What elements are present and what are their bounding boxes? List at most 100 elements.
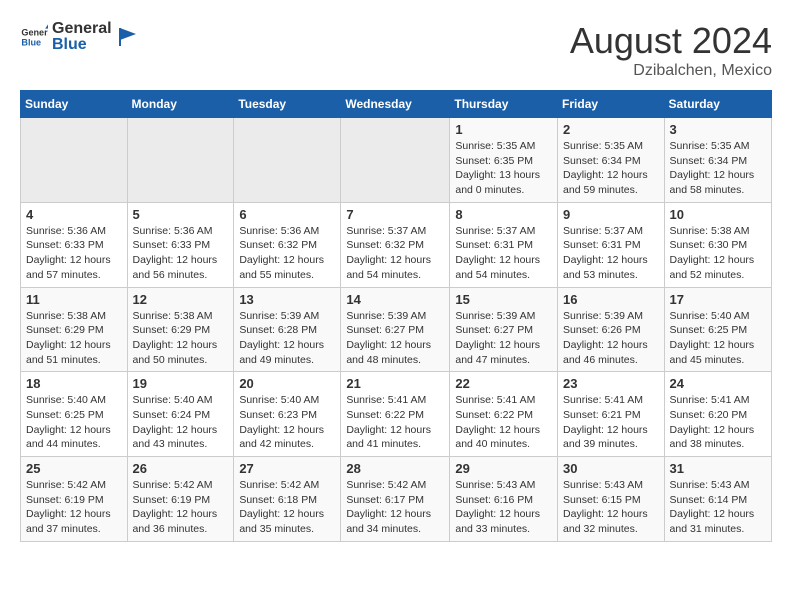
day-number: 4: [26, 207, 122, 222]
calendar-cell: 9Sunrise: 5:37 AM Sunset: 6:31 PM Daylig…: [558, 202, 665, 287]
day-info: Sunrise: 5:43 AM Sunset: 6:16 PM Dayligh…: [455, 478, 552, 537]
day-info: Sunrise: 5:37 AM Sunset: 6:32 PM Dayligh…: [346, 224, 444, 283]
calendar-cell: 19 Sunrise: 5:40 AM Sunset: 6:24 PM Dayli…: [127, 372, 234, 457]
day-number: 15: [455, 292, 552, 307]
day-info: Sunrise: 5:39 AM Sunset: 6:28 PM Dayligh…: [239, 309, 335, 368]
day-info: Sunrise: 5:38 AM Sunset: 6:30 PM Dayligh…: [670, 224, 766, 283]
calendar-cell: 29 Sunrise: 5:43 AM Sunset: 6:16 PM Dayli…: [450, 457, 558, 542]
calendar-cell: 31 Sunrise: 5:43 AM Sunset: 6:14 PM Dayli…: [664, 457, 771, 542]
day-number: 10: [670, 207, 766, 222]
calendar-cell: 30 Sunrise: 5:43 AM Sunset: 6:15 PM Dayli…: [558, 457, 665, 542]
day-number: 30: [563, 461, 659, 476]
day-number: 14: [346, 292, 444, 307]
day-info: Sunrise: 5:36 AM Sunset: 6:33 PM Dayligh…: [26, 224, 122, 283]
calendar-cell: 13 Sunrise: 5:39 AM Sunset: 6:28 PM Dayli…: [234, 287, 341, 372]
day-number: 27: [239, 461, 335, 476]
logo-flag-icon: [116, 26, 138, 48]
day-number: 20: [239, 376, 335, 391]
calendar-cell: 26 Sunrise: 5:42 AM Sunset: 6:19 PM Dayli…: [127, 457, 234, 542]
calendar-cell: 23 Sunrise: 5:41 AM Sunset: 6:21 PM Dayli…: [558, 372, 665, 457]
calendar-cell: 7 Sunrise: 5:37 AM Sunset: 6:32 PM Daylig…: [341, 202, 450, 287]
day-number: 8: [455, 207, 552, 222]
calendar-cell: 14 Sunrise: 5:39 AM Sunset: 6:27 PM Dayli…: [341, 287, 450, 372]
day-info: Sunrise: 5:40 AM Sunset: 6:24 PM Dayligh…: [133, 393, 229, 452]
logo-blue-text: Blue: [52, 36, 112, 54]
page-header: General Blue General Blue August 2024 Dz…: [20, 20, 772, 80]
col-header-sunday: Sunday: [21, 91, 128, 118]
day-info: Sunrise: 5:35 AM Sunset: 6:35 PM Dayligh…: [455, 139, 552, 198]
calendar-cell: 16Sunrise: 5:39 AM Sunset: 6:26 PM Dayli…: [558, 287, 665, 372]
day-number: 11: [26, 292, 122, 307]
day-info: Sunrise: 5:40 AM Sunset: 6:25 PM Dayligh…: [26, 393, 122, 452]
day-info: Sunrise: 5:40 AM Sunset: 6:25 PM Dayligh…: [670, 309, 766, 368]
calendar-cell: 22Sunrise: 5:41 AM Sunset: 6:22 PM Dayli…: [450, 372, 558, 457]
day-number: 18: [26, 376, 122, 391]
day-number: 31: [670, 461, 766, 476]
logo: General Blue General Blue: [20, 20, 138, 53]
day-info: Sunrise: 5:43 AM Sunset: 6:15 PM Dayligh…: [563, 478, 659, 537]
title-block: August 2024 Dzibalchen, Mexico: [570, 20, 772, 80]
week-row-1: 1 Sunrise: 5:35 AM Sunset: 6:35 PM Daylig…: [21, 118, 772, 203]
week-row-2: 4 Sunrise: 5:36 AM Sunset: 6:33 PM Daylig…: [21, 202, 772, 287]
calendar-cell: [21, 118, 128, 203]
day-info: Sunrise: 5:42 AM Sunset: 6:19 PM Dayligh…: [133, 478, 229, 537]
calendar-cell: 11 Sunrise: 5:38 AM Sunset: 6:29 PM Dayli…: [21, 287, 128, 372]
calendar-cell: [234, 118, 341, 203]
day-info: Sunrise: 5:38 AM Sunset: 6:29 PM Dayligh…: [133, 309, 229, 368]
day-number: 25: [26, 461, 122, 476]
calendar-cell: 6 Sunrise: 5:36 AM Sunset: 6:32 PM Daylig…: [234, 202, 341, 287]
day-info: Sunrise: 5:35 AM Sunset: 6:34 PM Dayligh…: [563, 139, 659, 198]
week-row-3: 11 Sunrise: 5:38 AM Sunset: 6:29 PM Dayli…: [21, 287, 772, 372]
day-info: Sunrise: 5:43 AM Sunset: 6:14 PM Dayligh…: [670, 478, 766, 537]
col-header-tuesday: Tuesday: [234, 91, 341, 118]
day-info: Sunrise: 5:41 AM Sunset: 6:21 PM Dayligh…: [563, 393, 659, 452]
month-year-title: August 2024: [570, 20, 772, 62]
day-info: Sunrise: 5:37 AM Sunset: 6:31 PM Dayligh…: [455, 224, 552, 283]
location-subtitle: Dzibalchen, Mexico: [570, 62, 772, 80]
day-number: 19: [133, 376, 229, 391]
day-number: 28: [346, 461, 444, 476]
day-number: 7: [346, 207, 444, 222]
calendar-cell: 8 Sunrise: 5:37 AM Sunset: 6:31 PM Daylig…: [450, 202, 558, 287]
week-row-5: 25 Sunrise: 5:42 AM Sunset: 6:19 PM Dayli…: [21, 457, 772, 542]
week-row-4: 18 Sunrise: 5:40 AM Sunset: 6:25 PM Dayli…: [21, 372, 772, 457]
calendar-cell: 17Sunrise: 5:40 AM Sunset: 6:25 PM Dayli…: [664, 287, 771, 372]
calendar-cell: [127, 118, 234, 203]
calendar-cell: 12 Sunrise: 5:38 AM Sunset: 6:29 PM Dayli…: [127, 287, 234, 372]
day-number: 3: [670, 122, 766, 137]
calendar-cell: 5Sunrise: 5:36 AM Sunset: 6:33 PM Daylig…: [127, 202, 234, 287]
col-header-monday: Monday: [127, 91, 234, 118]
day-number: 21: [346, 376, 444, 391]
day-number: 1: [455, 122, 552, 137]
calendar-cell: 4 Sunrise: 5:36 AM Sunset: 6:33 PM Daylig…: [21, 202, 128, 287]
day-info: Sunrise: 5:41 AM Sunset: 6:22 PM Dayligh…: [455, 393, 552, 452]
day-number: 26: [133, 461, 229, 476]
day-info: Sunrise: 5:36 AM Sunset: 6:32 PM Dayligh…: [239, 224, 335, 283]
day-info: Sunrise: 5:35 AM Sunset: 6:34 PM Dayligh…: [670, 139, 766, 198]
svg-text:General: General: [21, 27, 48, 37]
day-number: 6: [239, 207, 335, 222]
day-number: 29: [455, 461, 552, 476]
day-info: Sunrise: 5:42 AM Sunset: 6:18 PM Dayligh…: [239, 478, 335, 537]
day-info: Sunrise: 5:39 AM Sunset: 6:27 PM Dayligh…: [455, 309, 552, 368]
col-header-wednesday: Wednesday: [341, 91, 450, 118]
day-number: 24: [670, 376, 766, 391]
day-info: Sunrise: 5:38 AM Sunset: 6:29 PM Dayligh…: [26, 309, 122, 368]
calendar-cell: 10 Sunrise: 5:38 AM Sunset: 6:30 PM Dayli…: [664, 202, 771, 287]
col-header-thursday: Thursday: [450, 91, 558, 118]
day-info: Sunrise: 5:39 AM Sunset: 6:27 PM Dayligh…: [346, 309, 444, 368]
day-number: 23: [563, 376, 659, 391]
day-number: 16: [563, 292, 659, 307]
day-info: Sunrise: 5:42 AM Sunset: 6:17 PM Dayligh…: [346, 478, 444, 537]
svg-text:Blue: Blue: [21, 37, 41, 47]
calendar-cell: 28 Sunrise: 5:42 AM Sunset: 6:17 PM Dayli…: [341, 457, 450, 542]
calendar-cell: 25 Sunrise: 5:42 AM Sunset: 6:19 PM Dayli…: [21, 457, 128, 542]
calendar-cell: 21Sunrise: 5:41 AM Sunset: 6:22 PM Dayli…: [341, 372, 450, 457]
day-info: Sunrise: 5:41 AM Sunset: 6:20 PM Dayligh…: [670, 393, 766, 452]
day-number: 9: [563, 207, 659, 222]
day-info: Sunrise: 5:42 AM Sunset: 6:19 PM Dayligh…: [26, 478, 122, 537]
day-number: 13: [239, 292, 335, 307]
day-number: 12: [133, 292, 229, 307]
day-number: 5: [133, 207, 229, 222]
calendar-cell: [341, 118, 450, 203]
